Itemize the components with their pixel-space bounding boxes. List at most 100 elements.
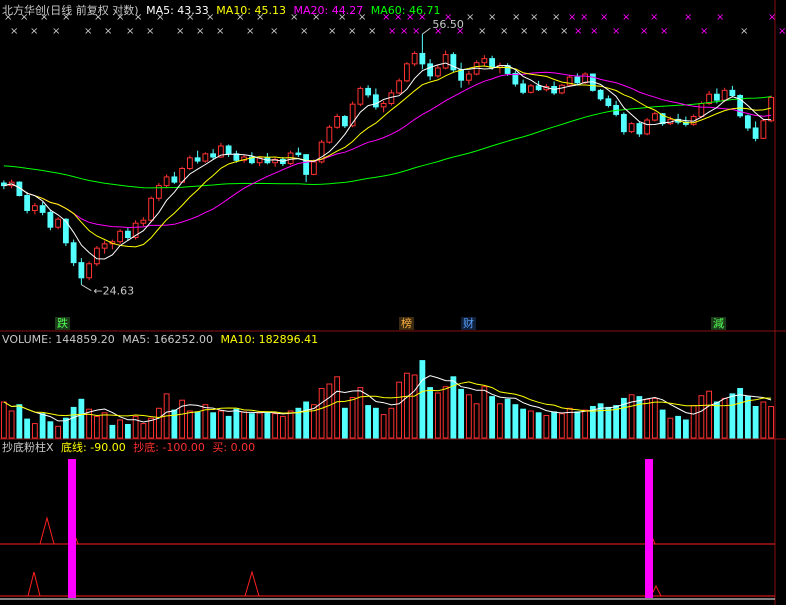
candle-body: [186, 157, 193, 169]
volume-bar: [419, 360, 426, 439]
volume-bar: [248, 413, 255, 439]
candle-body: [295, 152, 302, 156]
ma20-line: [3, 71, 772, 229]
x-marker: ×: [478, 26, 486, 37]
indicator-spike: [244, 570, 260, 597]
volume-bar: [706, 390, 713, 439]
candle-body: [140, 219, 147, 224]
x-marker: ×: [560, 26, 568, 37]
candle-body: [442, 54, 449, 69]
x-marker: ×: [176, 26, 184, 37]
candle-body: [117, 230, 124, 243]
candle-body: [481, 58, 488, 64]
volume-bar: [690, 405, 697, 439]
x-marker: ×: [540, 26, 548, 37]
candle-body: [458, 69, 465, 81]
volume-bar: [551, 411, 558, 439]
candle-body: [597, 89, 604, 100]
x-marker: ×: [552, 12, 560, 23]
volume-bar: [721, 397, 728, 439]
volume-ma10-value: MA10: 182896.41: [220, 333, 319, 346]
x-marker: ×: [146, 26, 154, 37]
x-marker: ×: [466, 12, 474, 23]
candle-body: [582, 73, 589, 84]
volume-bar: [109, 424, 116, 439]
volume-bar: [729, 393, 736, 439]
candle-body: [124, 230, 131, 239]
low-pointer: [81, 284, 92, 292]
volume-bar: [124, 424, 131, 439]
candle-body: [574, 76, 581, 84]
candle-body: [427, 63, 434, 77]
candle-body: [636, 123, 643, 135]
candle-body: [419, 52, 426, 65]
x-marker: ×: [196, 26, 204, 37]
candle-body: [651, 113, 658, 121]
volume-bar: [520, 408, 527, 439]
volume-bar: [31, 423, 38, 439]
x-marker: ×: [640, 26, 648, 37]
x-marker: ×: [246, 26, 254, 37]
ma5-line: [3, 62, 772, 260]
indicator-spike: [39, 516, 55, 545]
volume-bar: [217, 410, 224, 439]
candle-body: [512, 72, 519, 85]
tag-die[interactable]: 跌: [55, 317, 70, 330]
volume-header: VOLUME: 144859.20 MA5: 166252.00 MA10: 1…: [2, 333, 322, 347]
candle-body: [698, 102, 705, 118]
candle-body: [47, 211, 54, 228]
volume-bar: [659, 409, 666, 439]
tag-jian[interactable]: 減: [711, 317, 726, 330]
volume-bar: [47, 421, 54, 439]
candle-body: [225, 145, 232, 155]
x-marker: ×: [716, 12, 724, 23]
volume-bar: [326, 383, 333, 439]
candle-body: [628, 123, 635, 133]
volume-bar: [287, 410, 294, 439]
x-marker: ×: [10, 26, 18, 37]
tag-bang[interactable]: 榜: [399, 317, 414, 330]
volume-bar: [473, 403, 480, 439]
high-pointer: [422, 27, 431, 35]
x-marker: ×: [740, 26, 748, 37]
candle-body: [403, 63, 410, 82]
pink-buy-bar: [68, 459, 76, 598]
candle-body: [341, 116, 348, 127]
x-marker: ×: [52, 26, 60, 37]
volume-bar: [365, 405, 372, 439]
ma20-value: MA20: 44.27: [293, 4, 364, 17]
volume-bar: [535, 412, 542, 439]
candle-body: [70, 242, 77, 264]
volume-bar: [357, 387, 364, 439]
volume-bar: [279, 415, 286, 439]
x-marker: ×: [126, 26, 134, 37]
candle-body: [93, 247, 100, 265]
volume-bar: [744, 396, 751, 439]
buy-value: 买: 0.00: [212, 441, 256, 454]
candle-body: [31, 205, 38, 211]
volume-bar: [86, 408, 93, 439]
candle-body: [713, 93, 720, 101]
candle-body: [194, 157, 201, 162]
volume-bar: [605, 406, 612, 439]
indicator-name: 抄底粉柱X: [2, 441, 54, 454]
candle-body: [24, 195, 31, 211]
candle-body: [210, 153, 217, 158]
ma10-line: [3, 65, 772, 248]
candle-body: [365, 87, 372, 96]
x-marker: ×: [590, 26, 598, 37]
volume-bar: [752, 406, 759, 439]
x-marker: ×: [30, 26, 38, 37]
volume-bar: [613, 405, 620, 439]
volume-value: VOLUME: 144859.20: [2, 333, 115, 346]
candle-body: [411, 52, 418, 65]
tag-cai[interactable]: 财: [461, 317, 476, 330]
volume-bar: [256, 412, 263, 439]
candle-body: [396, 80, 403, 94]
volume-bar: [434, 392, 441, 439]
volume-bar: [403, 372, 410, 439]
ma5-value: MA5: 43.33: [146, 4, 209, 17]
candle-body: [310, 161, 317, 175]
volume-bar: [636, 396, 643, 439]
volume-bar: [698, 395, 705, 439]
